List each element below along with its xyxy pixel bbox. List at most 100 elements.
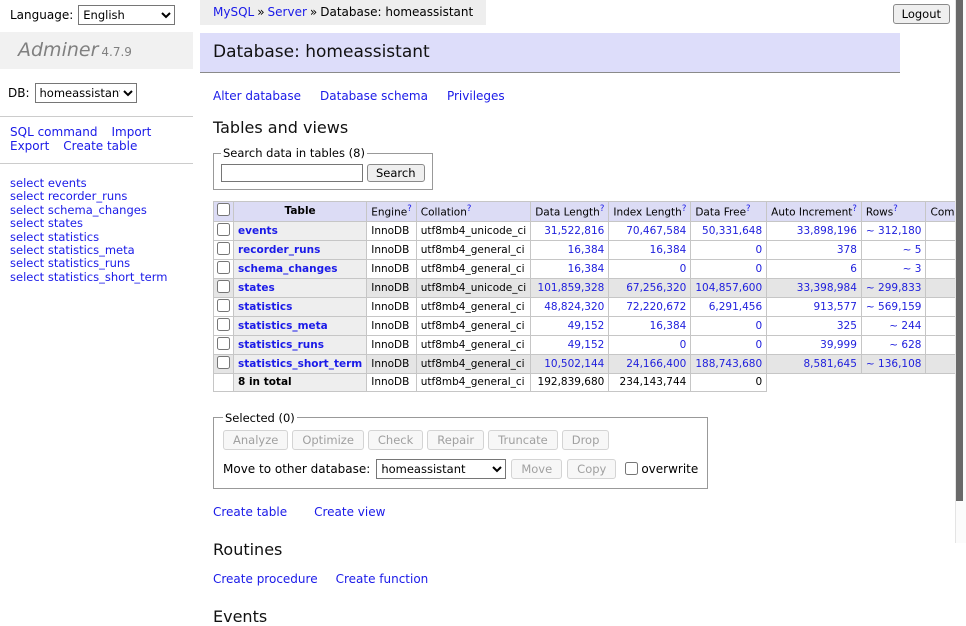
auto-increment-cell: 913,577 [767, 297, 862, 316]
move-database-select[interactable]: homeassistant [376, 459, 506, 479]
table-action-button: Optimize [292, 430, 364, 450]
help-icon[interactable]: ? [746, 204, 751, 214]
auto-increment-cell: 8,581,645 [767, 354, 862, 373]
sidebar-select-table-link[interactable]: select schema_changes [10, 204, 193, 217]
create-table-sidebar-link[interactable]: Create table [63, 139, 137, 153]
data-free-cell: 188,743,680 [691, 354, 767, 373]
table-action-button: Truncate [488, 430, 558, 450]
table-name-link[interactable]: statistics [238, 301, 292, 313]
breadcrumb-separator: » [310, 5, 317, 19]
search-input[interactable] [221, 164, 363, 182]
routine-links: Create procedure Create function [213, 572, 900, 586]
sidebar-select-table-link[interactable]: select statistics [10, 231, 193, 244]
breadcrumb-mysql-link[interactable]: MySQL [213, 5, 254, 19]
rows-cell: ~ 299,833 [861, 278, 926, 297]
events-heading: Events [213, 607, 900, 626]
help-icon[interactable]: ? [600, 204, 605, 214]
row-checkbox[interactable] [217, 261, 230, 274]
collation-cell: utf8mb4_unicode_ci [416, 221, 530, 240]
select-all-checkbox[interactable] [217, 203, 230, 216]
table-action-button: Check [368, 430, 423, 450]
row-checkbox[interactable] [217, 337, 230, 350]
sidebar-select-table-link[interactable]: select recorder_runs [10, 190, 193, 203]
table-action-button: Drop [562, 430, 610, 450]
sidebar-select-table-link[interactable]: select statistics_runs [10, 257, 193, 270]
data-length-cell: 48,824,320 [531, 297, 609, 316]
row-checkbox[interactable] [217, 280, 230, 293]
table-name-link[interactable]: events [238, 225, 278, 237]
table-name-link[interactable]: states [238, 282, 275, 294]
collation-cell: utf8mb4_general_ci [416, 316, 530, 335]
tables-and-views-heading: Tables and views [213, 118, 900, 137]
database-schema-link[interactable]: Database schema [320, 89, 428, 103]
help-icon[interactable]: ? [407, 204, 412, 214]
total-data-length: 192,839,680 [531, 373, 609, 391]
brand-version: 4.7.9 [101, 45, 132, 59]
selected-fieldset: Selected (0) AnalyzeOptimizeCheckRepairT… [213, 411, 708, 489]
create-function-link[interactable]: Create function [336, 572, 429, 586]
collation-cell: utf8mb4_general_ci [416, 354, 530, 373]
sidebar-select-table-link[interactable]: select statistics_meta [10, 244, 193, 257]
table-row: statistics_runs InnoDB utf8mb4_general_c… [214, 335, 966, 354]
move-label: Move to other database: [223, 462, 370, 476]
help-icon[interactable]: ? [852, 204, 857, 214]
engine-cell: InnoDB [367, 259, 417, 278]
vertical-scrollbar [955, 0, 966, 543]
row-checkbox[interactable] [217, 299, 230, 312]
table-name-link[interactable]: statistics_meta [238, 320, 328, 332]
sidebar-select-table-link[interactable]: select events [10, 177, 193, 190]
row-checkbox[interactable] [217, 356, 230, 369]
breadcrumb-separator: » [257, 5, 264, 19]
overwrite-label: overwrite [641, 462, 698, 476]
sql-command-link[interactable]: SQL command [10, 125, 97, 139]
total-label: 8 in total [234, 373, 367, 391]
engine-cell: InnoDB [367, 335, 417, 354]
help-icon[interactable]: ? [467, 204, 472, 214]
language-select[interactable]: English [78, 5, 175, 25]
data-length-cell: 16,384 [531, 259, 609, 278]
privileges-link[interactable]: Privileges [447, 89, 505, 103]
rows-cell: ~ 628 [861, 335, 926, 354]
create-view-link[interactable]: Create view [314, 505, 385, 519]
database-action-links: Alter database Database schema Privileges [213, 89, 900, 103]
help-icon[interactable]: ? [682, 204, 687, 214]
page-title: Database: homeassistant [200, 33, 900, 73]
table-name-link[interactable]: schema_changes [238, 263, 338, 275]
rows-cell: ~ 3 [861, 259, 926, 278]
main-content: Database: homeassistant Alter database Da… [200, 33, 900, 626]
overwrite-checkbox[interactable] [625, 462, 638, 475]
db-label: DB: [8, 86, 30, 100]
sidebar-select-table-link[interactable]: select states [10, 217, 193, 230]
tables-list: Table Engine? Collation? Data Length? In… [213, 201, 966, 392]
search-fieldset: Search data in tables (8) Search [213, 146, 433, 190]
alter-database-link[interactable]: Alter database [213, 89, 301, 103]
selected-legend: Selected (0) [223, 411, 297, 425]
import-link[interactable]: Import [111, 125, 151, 139]
search-button[interactable]: Search [367, 164, 425, 182]
sidebar: Adminer4.7.9 DB: homeassistant SQL comman… [0, 32, 193, 284]
total-data-free: 0 [691, 373, 767, 391]
table-row: statistics_short_term InnoDB utf8mb4_gen… [214, 354, 966, 373]
table-name-link[interactable]: statistics_short_term [238, 358, 362, 370]
index-length-cell: 70,467,584 [609, 221, 691, 240]
engine-cell: InnoDB [367, 221, 417, 240]
sidebar-select-table-link[interactable]: select statistics_short_term [10, 271, 193, 284]
scrollbar-thumb[interactable] [956, 0, 963, 501]
db-select[interactable]: homeassistant [35, 83, 137, 103]
create-table-link[interactable]: Create table [213, 505, 287, 519]
export-link[interactable]: Export [10, 139, 49, 153]
breadcrumb-server-link[interactable]: Server [268, 5, 307, 19]
index-length-cell: 67,256,320 [609, 278, 691, 297]
index-length-cell: 0 [609, 335, 691, 354]
row-checkbox[interactable] [217, 242, 230, 255]
row-checkbox[interactable] [217, 318, 230, 331]
data-free-cell: 0 [691, 259, 767, 278]
adminer-brand: Adminer4.7.9 [0, 32, 193, 69]
row-checkbox[interactable] [217, 223, 230, 236]
sidebar-actions: SQL command Import Export Create table [0, 117, 193, 164]
logout-button[interactable]: Logout [893, 4, 950, 24]
create-procedure-link[interactable]: Create procedure [213, 572, 318, 586]
table-name-link[interactable]: statistics_runs [238, 339, 324, 351]
table-name-link[interactable]: recorder_runs [238, 244, 320, 256]
help-icon[interactable]: ? [893, 204, 898, 214]
